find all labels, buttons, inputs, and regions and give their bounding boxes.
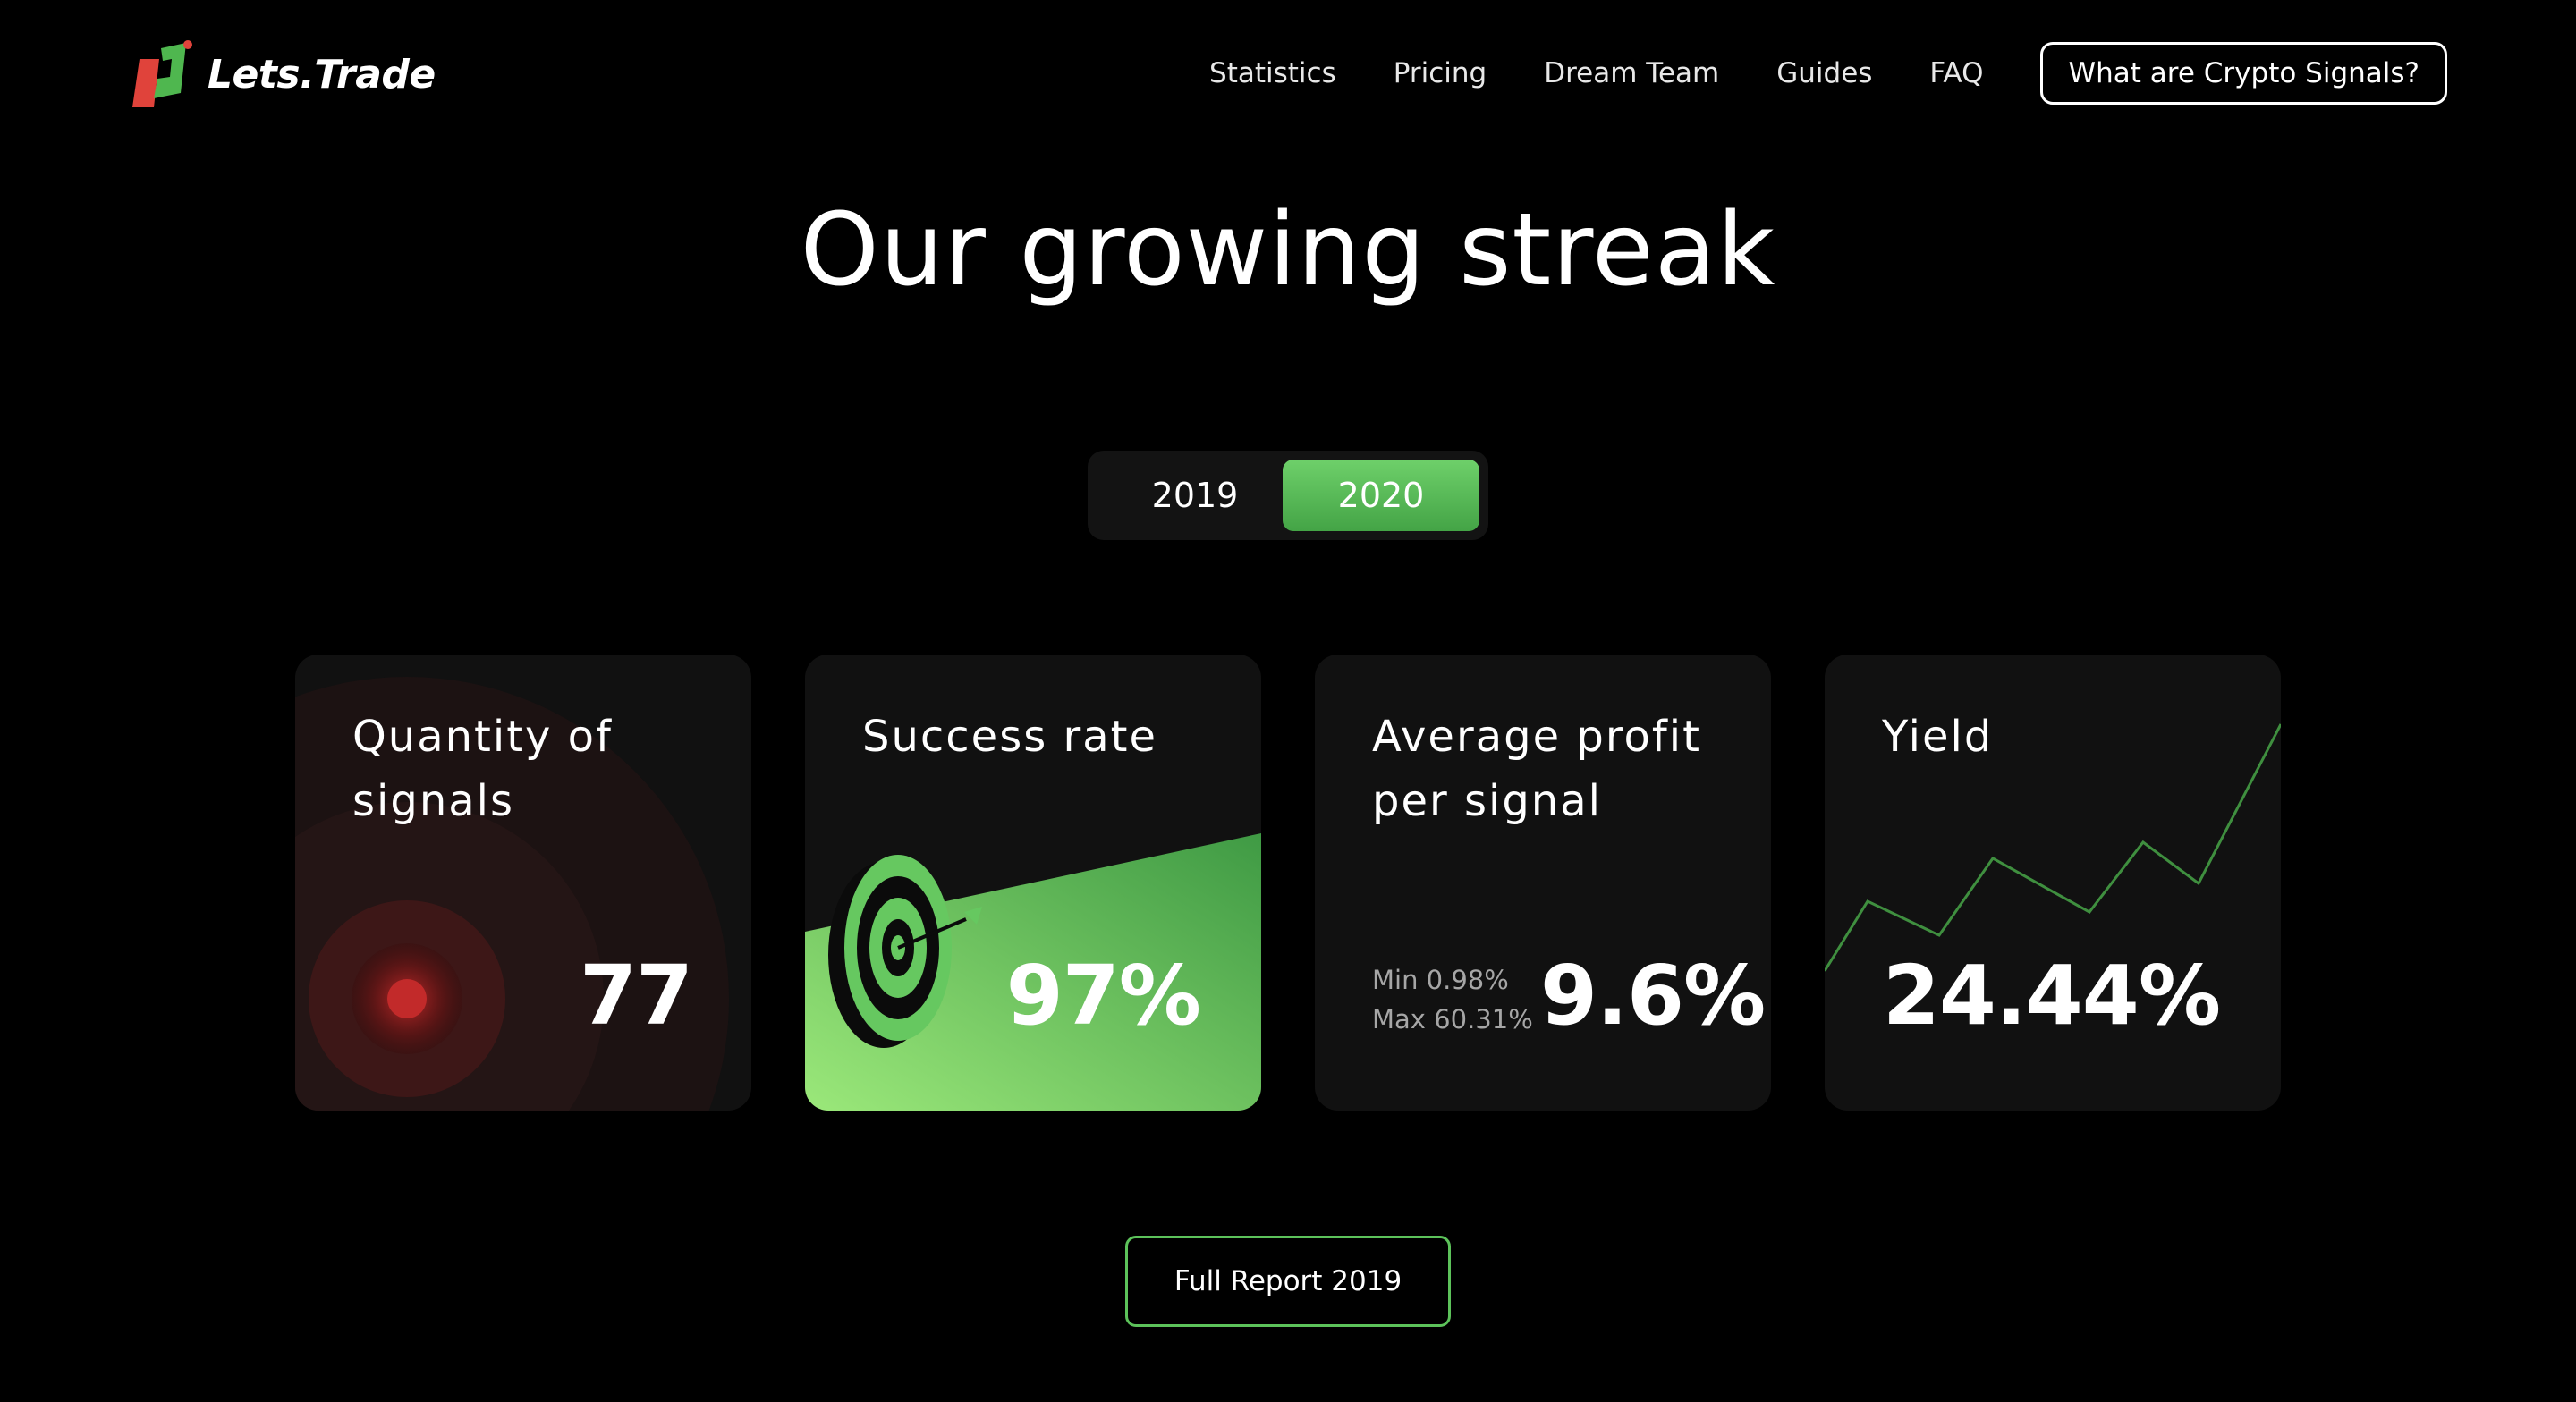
card-value: 97% [1005, 948, 1201, 1043]
stat-card-yield: Yield 24.44% [1825, 655, 2281, 1111]
year-2019-tab[interactable]: 2019 [1097, 460, 1293, 531]
card-value: 9.6% [1540, 948, 1766, 1043]
logo-mark-icon [131, 39, 195, 109]
min-profit: Min 0.98% [1372, 965, 1509, 995]
nav-link-pricing[interactable]: Pricing [1394, 57, 1487, 89]
stat-card-success-rate: Success rate 97% [805, 655, 1261, 1111]
full-report-button[interactable]: Full Report 2019 [1125, 1236, 1451, 1327]
card-value: 24.44% [1882, 948, 2221, 1043]
year-2020-tab[interactable]: 2020 [1283, 460, 1479, 531]
card-label: Success rate [862, 712, 1157, 762]
nav-link-guides[interactable]: Guides [1776, 57, 1872, 89]
brand-name: Lets.Trade [208, 51, 436, 97]
nav-link-dream-team[interactable]: Dream Team [1544, 57, 1719, 89]
stat-card-average-profit: Average profit per signal Min 0.98% Max … [1315, 655, 1771, 1111]
dartboard-icon [828, 855, 982, 1048]
nav-link-faq[interactable]: FAQ [1929, 57, 1983, 89]
page-title: Our growing streak [800, 192, 1776, 308]
top-nav: Statistics Pricing Dream Team Guides FAQ… [1209, 39, 2447, 107]
max-profit: Max 60.31% [1372, 1004, 1533, 1035]
stat-card-quantity: Quantity of signals 77 [295, 655, 751, 1111]
card-label: Average profit per signal [1372, 712, 1701, 826]
card-value: 77 [579, 948, 693, 1043]
crypto-signals-button[interactable]: What are Crypto Signals? [2040, 42, 2447, 105]
nav-link-statistics[interactable]: Statistics [1209, 57, 1336, 89]
card-label: Yield [1882, 712, 1994, 762]
profit-range: Min 0.98% Max 60.31% [1372, 960, 1533, 1039]
card-label: Quantity of signals [352, 712, 613, 826]
year-toggle: 2019 2020 [1088, 451, 1488, 540]
brand-logo[interactable]: Lets.Trade [131, 39, 436, 109]
